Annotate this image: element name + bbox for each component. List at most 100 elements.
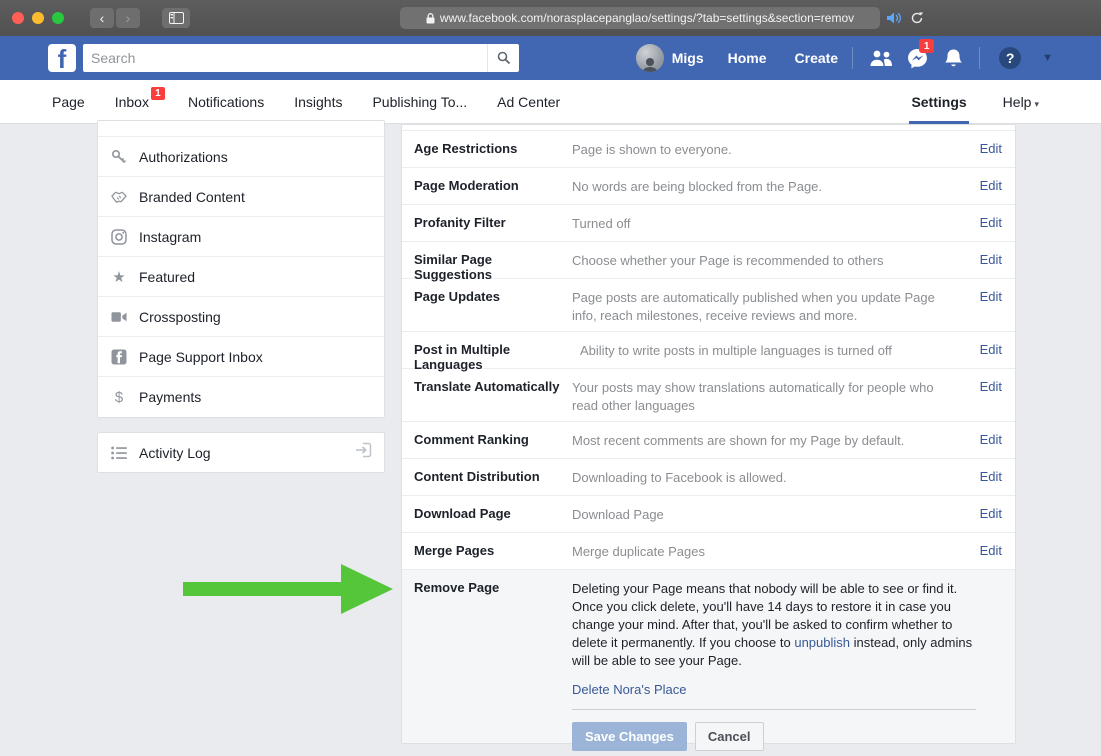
edit-link[interactable]: Edit <box>967 279 1015 331</box>
sidebar-item-label: Authorizations <box>139 149 228 165</box>
setting-description: Page is shown to everyone. <box>572 131 967 167</box>
facebook-top-nav: f Migs Home Create <box>0 36 1101 80</box>
delete-page-link[interactable]: Delete Nora's Place <box>572 682 987 697</box>
cancel-button[interactable]: Cancel <box>695 722 764 751</box>
edit-link[interactable]: Edit <box>967 369 1015 421</box>
settings-row-remove-page: Remove Page Deleting your Page means tha… <box>402 570 1015 743</box>
url-text: www.facebook.com/norasplacepanglao/setti… <box>440 11 854 25</box>
sidebar-item-label: Page Support Inbox <box>139 349 263 365</box>
sidebar-item-branded-content[interactable]: Branded Content <box>98 177 384 217</box>
setting-description: No words are being blocked from the Page… <box>572 168 967 204</box>
annotation-arrow-icon <box>170 552 400 622</box>
setting-label: Merge Pages <box>402 533 572 569</box>
search-icon <box>497 51 511 65</box>
setting-label: Post in Multiple Languages <box>402 332 580 368</box>
create-link[interactable]: Create <box>781 50 853 66</box>
search-button[interactable] <box>487 44 519 72</box>
instagram-icon <box>111 229 127 245</box>
profile-avatar[interactable] <box>636 44 664 72</box>
window-controls <box>12 12 64 24</box>
setting-description: Page posts are automatically published w… <box>572 279 967 331</box>
setting-description: Merge duplicate Pages <box>572 533 967 569</box>
browser-sidebar-toggle-button[interactable] <box>162 8 190 28</box>
tab-ad-center[interactable]: Ad Center <box>497 94 560 110</box>
audio-playing-icon[interactable] <box>886 11 902 25</box>
settings-row-download-page: Download Page Download Page Edit <box>402 496 1015 533</box>
sidebar-item-label: Branded Content <box>139 189 245 205</box>
messenger-badge: 1 <box>919 39 934 53</box>
settings-row-similar-page-suggestions: Similar Page Suggestions Choose whether … <box>402 242 1015 279</box>
tab-page[interactable]: Page <box>52 94 85 110</box>
notifications-button[interactable] <box>935 44 971 72</box>
home-link[interactable]: Home <box>714 50 781 66</box>
dollar-icon: $ <box>111 389 127 405</box>
sidebar-item-authorizations[interactable]: Authorizations <box>98 137 384 177</box>
sidebar-item-instagram[interactable]: Instagram <box>98 217 384 257</box>
edit-link[interactable]: Edit <box>967 205 1015 241</box>
page-tabs-nav: Page Inbox 1 Notifications Insights Publ… <box>0 80 1101 124</box>
browser-back-button[interactable]: ‹ <box>90 8 114 28</box>
sidebar-item-activity-log[interactable]: Activity Log <box>97 432 385 473</box>
remove-page-description: Deleting your Page means that nobody wil… <box>572 580 976 670</box>
save-changes-button[interactable]: Save Changes <box>572 722 687 751</box>
browser-forward-button[interactable]: › <box>116 8 140 28</box>
inbox-badge: 1 <box>151 87 165 100</box>
setting-description: Ability to write posts in multiple langu… <box>580 332 967 368</box>
edit-link[interactable]: Edit <box>967 332 1015 368</box>
account-menu-button[interactable]: ▼ <box>1042 52 1053 64</box>
tab-settings[interactable]: Settings <box>911 80 966 124</box>
screen: ‹ › www.facebook.com/norasplacepanglao/s… <box>0 0 1101 756</box>
settings-row-profanity-filter: Profanity Filter Turned off Edit <box>402 205 1015 242</box>
facebook-logo[interactable]: f <box>48 44 76 72</box>
messenger-button[interactable]: 1 <box>899 44 935 72</box>
settings-row-age-restrictions: Age Restrictions Page is shown to everyo… <box>402 131 1015 168</box>
sidebar-item-featured[interactable]: ★ Featured <box>98 257 384 297</box>
tab-settings-label: Settings <box>911 94 966 110</box>
sidebar-item-crossposting[interactable]: Crossposting <box>98 297 384 337</box>
address-bar[interactable]: www.facebook.com/norasplacepanglao/setti… <box>400 7 880 29</box>
sidebar-icon <box>169 12 184 24</box>
sidebar-item-label: Activity Log <box>139 445 211 461</box>
tab-notifications[interactable]: Notifications <box>188 94 264 110</box>
setting-label: Comment Ranking <box>402 422 572 458</box>
tab-help[interactable]: Help▾ <box>1003 94 1039 110</box>
edit-link[interactable]: Edit <box>967 242 1015 278</box>
sidebar-item-page-support-inbox[interactable]: Page Support Inbox <box>98 337 384 377</box>
settings-row-translate-automatically: Translate Automatically Your posts may s… <box>402 369 1015 422</box>
settings-row-post-in-multiple-languages: Post in Multiple Languages Ability to wr… <box>402 332 1015 369</box>
tab-inbox[interactable]: Inbox 1 <box>115 94 149 110</box>
profile-name-link[interactable]: Migs <box>672 50 704 66</box>
nav-divider <box>979 47 980 69</box>
sidebar-item-payments[interactable]: $ Payments <box>98 377 384 417</box>
settings-row-page-moderation: Page Moderation No words are being block… <box>402 168 1015 205</box>
setting-description: Download Page <box>572 496 967 532</box>
edit-link[interactable]: Edit <box>967 168 1015 204</box>
friend-requests-button[interactable] <box>863 44 899 72</box>
star-icon: ★ <box>111 269 127 285</box>
minimize-window-button[interactable] <box>32 12 44 24</box>
edit-link[interactable]: Edit <box>967 131 1015 167</box>
edit-link[interactable]: Edit <box>967 533 1015 569</box>
tab-insights[interactable]: Insights <box>294 94 342 110</box>
search-input[interactable] <box>83 50 487 66</box>
edit-link[interactable]: Edit <box>967 422 1015 458</box>
browser-titlebar: ‹ › www.facebook.com/norasplacepanglao/s… <box>0 0 1101 36</box>
lock-icon <box>426 13 435 24</box>
close-window-button[interactable] <box>12 12 24 24</box>
zoom-window-button[interactable] <box>52 12 64 24</box>
divider <box>572 709 976 710</box>
setting-label: Download Page <box>402 496 572 532</box>
key-icon <box>111 149 127 165</box>
edit-link[interactable]: Edit <box>967 459 1015 495</box>
tab-publishing-tools[interactable]: Publishing To... <box>372 94 467 110</box>
help-button[interactable]: ? <box>992 44 1028 72</box>
edit-link[interactable]: Edit <box>967 496 1015 532</box>
sidebar-item-label: Instagram <box>139 229 201 245</box>
unpublish-link[interactable]: unpublish <box>794 635 850 650</box>
setting-label: Translate Automatically <box>402 369 572 421</box>
chevron-down-icon: ▾ <box>1034 99 1039 109</box>
tab-inbox-label: Inbox <box>115 94 149 110</box>
nav-divider <box>852 47 853 69</box>
tab-help-label: Help <box>1003 94 1032 110</box>
reload-icon[interactable] <box>910 11 924 25</box>
